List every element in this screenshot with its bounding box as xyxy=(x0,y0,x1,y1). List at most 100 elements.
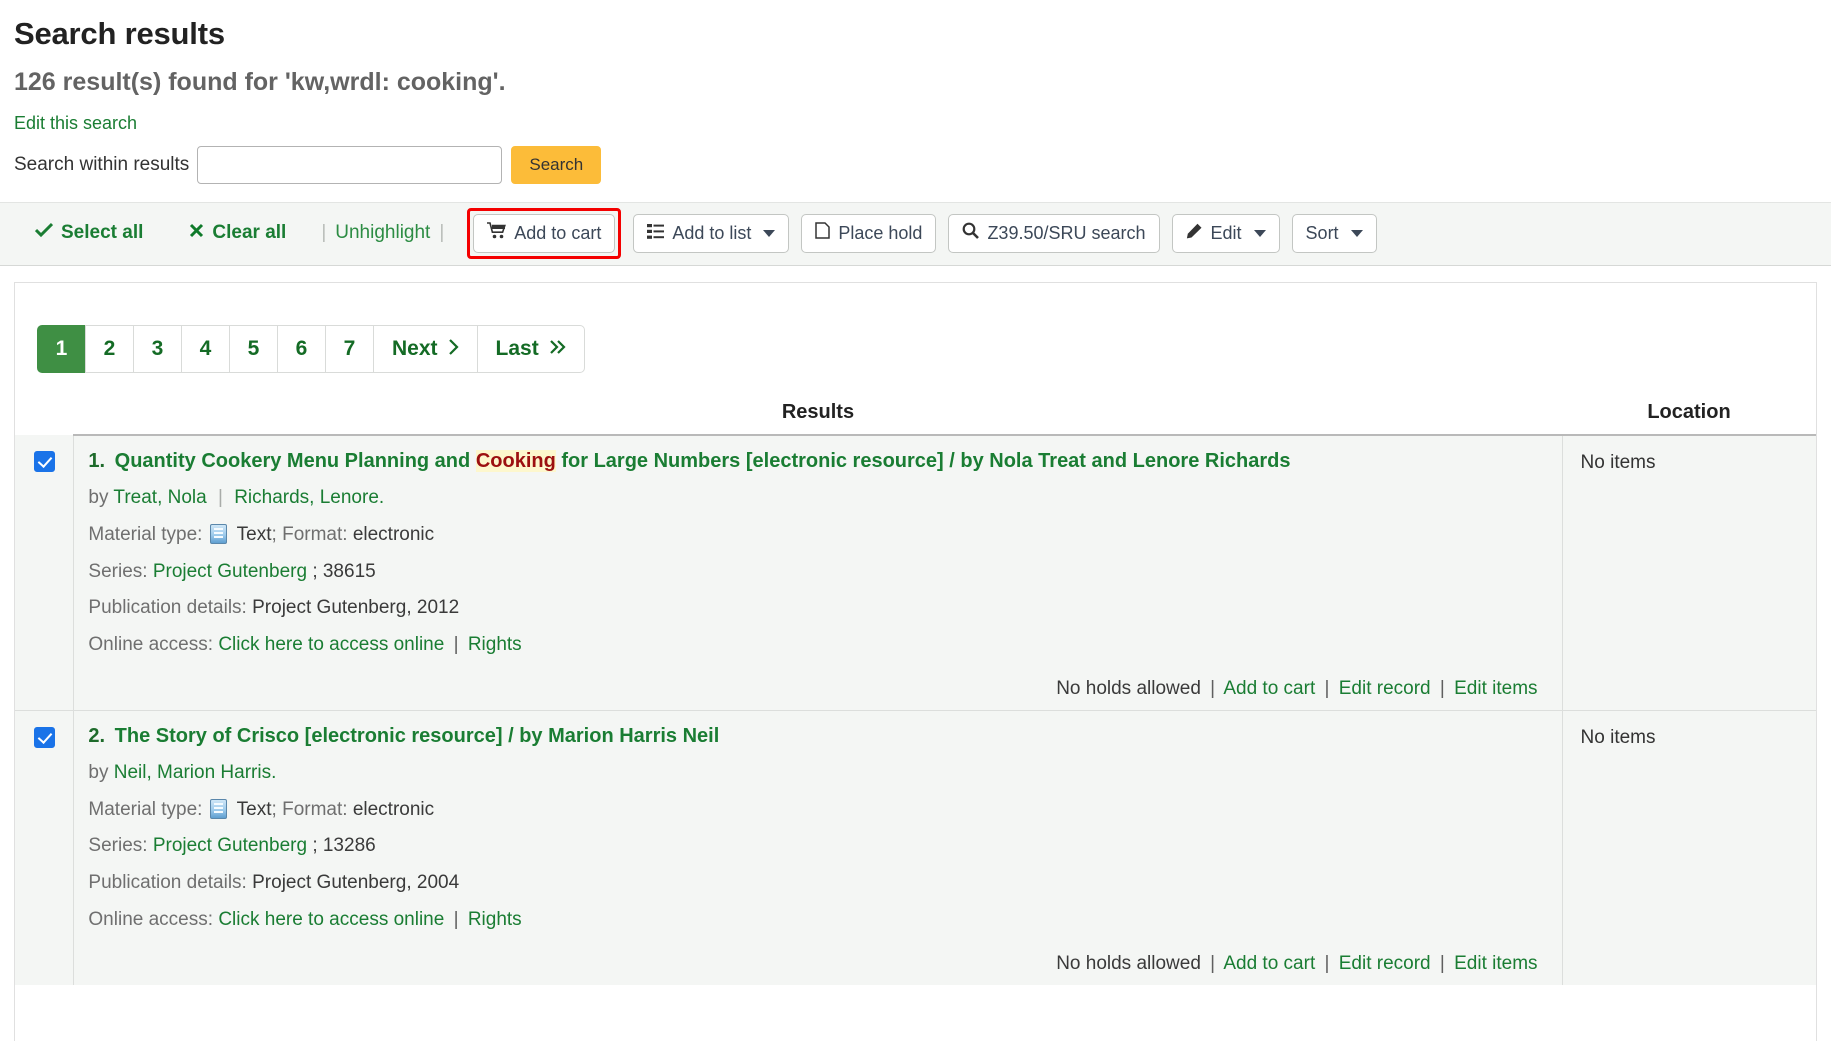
author-link[interactable]: Treat, Nola xyxy=(113,487,206,508)
result-number: 1. xyxy=(88,450,105,472)
result-series: Series: Project Gutenberg ; 38615 xyxy=(88,560,1547,584)
sort-button[interactable]: Sort xyxy=(1292,214,1377,253)
chevron-right-icon xyxy=(448,337,459,361)
publication-label: Publication details: xyxy=(88,872,246,893)
page-link-6[interactable]: 6 xyxy=(277,325,325,373)
rights-link[interactable]: Rights xyxy=(468,634,522,655)
series-number: ; 13286 xyxy=(312,835,375,856)
book-icon xyxy=(210,524,227,544)
format-value: electronic xyxy=(353,524,434,545)
row-checkbox[interactable] xyxy=(34,451,55,472)
search-button[interactable]: Search xyxy=(511,146,601,184)
add-to-cart-label: Add to cart xyxy=(514,223,601,244)
author-link[interactable]: Neil, Marion Harris. xyxy=(114,762,277,783)
row-location-cell: No items xyxy=(1562,435,1816,710)
publication-label: Publication details: xyxy=(88,597,246,618)
online-access-label: Online access: xyxy=(88,909,213,930)
double-chevron-right-icon xyxy=(549,337,566,361)
access-online-link[interactable]: Click here to access online xyxy=(218,634,444,655)
result-title-link[interactable]: Quantity Cookery Menu Planning and Cooki… xyxy=(115,450,1291,472)
result-online-access: Online access: Click here to access onli… xyxy=(88,633,1547,657)
toolbar-button-group: Add to cart Add to list xyxy=(467,208,1376,259)
select-all-link[interactable]: Select all xyxy=(35,222,143,244)
result-series: Series: Project Gutenberg ; 13286 xyxy=(88,834,1547,858)
page-link-4[interactable]: 4 xyxy=(181,325,229,373)
place-hold-button[interactable]: Place hold xyxy=(801,214,936,253)
result-count-text: 126 result(s) found for 'kw,wrdl: cookin… xyxy=(14,68,1817,97)
page-link-1[interactable]: 1 xyxy=(37,325,85,373)
last-page-label: Last xyxy=(496,337,539,361)
page-title: Search results xyxy=(14,16,1817,52)
page-link-5[interactable]: 5 xyxy=(229,325,277,373)
title-part-post: for Large Numbers [electronic resource] … xyxy=(556,450,1291,472)
series-link[interactable]: Project Gutenberg xyxy=(153,561,307,582)
pencil-icon xyxy=(1186,223,1203,244)
result-title: 2. The Story of Crisco [electronic resou… xyxy=(88,723,1547,749)
row-location-cell: No items xyxy=(1562,710,1816,984)
search-results-page: Search results 126 result(s) found for '… xyxy=(0,0,1831,1041)
unhighlight-link[interactable]: Unhighlight xyxy=(335,222,430,244)
result-number: 2. xyxy=(88,725,105,747)
action-separator: | xyxy=(1210,678,1215,699)
chevron-down-icon xyxy=(1351,230,1363,237)
edit-this-search-link[interactable]: Edit this search xyxy=(14,113,137,134)
cart-icon xyxy=(487,222,506,244)
title-highlight: Cooking xyxy=(476,450,556,472)
link-separator: | xyxy=(454,634,459,655)
edit-button[interactable]: Edit xyxy=(1172,214,1280,253)
z3950-sru-search-button[interactable]: Z39.50/SRU search xyxy=(948,214,1159,253)
rights-link[interactable]: Rights xyxy=(468,909,522,930)
search-within-results-form: Search within results Search xyxy=(14,146,1817,184)
place-hold-label: Place hold xyxy=(838,223,922,244)
add-to-cart-highlight-ring: Add to cart xyxy=(467,208,621,259)
series-link[interactable]: Project Gutenberg xyxy=(153,835,307,856)
row-add-to-cart-link[interactable]: Add to cart xyxy=(1223,953,1315,974)
row-add-to-cart-link[interactable]: Add to cart xyxy=(1223,678,1315,699)
row-actions: No holds allowed | Add to cart | Edit re… xyxy=(88,670,1547,710)
table-row: 2. The Story of Crisco [electronic resou… xyxy=(15,710,1816,984)
edit-label: Edit xyxy=(1211,223,1242,244)
add-to-list-label: Add to list xyxy=(672,223,751,244)
row-checkbox[interactable] xyxy=(34,727,55,748)
next-page-link[interactable]: Next xyxy=(373,325,477,373)
results-card: 1 2 3 4 5 6 7 Next Last xyxy=(14,282,1817,1041)
link-separator: | xyxy=(454,909,459,930)
toolbar-separator-2: | xyxy=(439,222,444,244)
page-icon xyxy=(815,222,830,244)
search-within-input[interactable] xyxy=(197,146,502,184)
clear-all-label: Clear all xyxy=(212,222,286,244)
result-title-link[interactable]: The Story of Crisco [electronic resource… xyxy=(115,725,720,747)
series-number: ; 38615 xyxy=(312,561,375,582)
results-toolbar: Select all Clear all | Unhighlight | xyxy=(0,202,1831,266)
next-page-label: Next xyxy=(392,337,438,361)
row-select-cell xyxy=(15,710,74,984)
page-link-3[interactable]: 3 xyxy=(133,325,181,373)
list-icon xyxy=(647,223,664,244)
row-edit-record-link[interactable]: Edit record xyxy=(1339,678,1431,699)
add-to-cart-button[interactable]: Add to cart xyxy=(473,214,615,253)
clear-all-link[interactable]: Clear all xyxy=(189,222,286,244)
series-label: Series: xyxy=(88,835,147,856)
publication-value: Project Gutenberg, 2004 xyxy=(252,872,459,893)
check-icon xyxy=(35,222,53,244)
access-online-link[interactable]: Click here to access online xyxy=(218,909,444,930)
page-link-7[interactable]: 7 xyxy=(325,325,373,373)
row-content-cell: 1. Quantity Cookery Menu Planning and Co… xyxy=(74,435,1562,710)
title-part-pre: The Story of Crisco [electronic resource… xyxy=(115,725,720,747)
add-to-list-button[interactable]: Add to list xyxy=(633,214,789,253)
page-link-2[interactable]: 2 xyxy=(85,325,133,373)
chevron-down-icon xyxy=(1254,230,1266,237)
row-edit-items-link[interactable]: Edit items xyxy=(1454,953,1537,974)
action-separator: | xyxy=(1325,953,1330,974)
row-edit-record-link[interactable]: Edit record xyxy=(1339,953,1431,974)
row-edit-items-link[interactable]: Edit items xyxy=(1454,678,1537,699)
author-link[interactable]: Richards, Lenore. xyxy=(234,487,384,508)
search-within-label: Search within results xyxy=(14,154,189,176)
action-separator: | xyxy=(1325,678,1330,699)
last-page-link[interactable]: Last xyxy=(477,325,585,373)
select-column-header xyxy=(15,395,74,435)
chevron-down-icon xyxy=(763,230,775,237)
row-content-cell: 2. The Story of Crisco [electronic resou… xyxy=(74,710,1562,984)
result-authors: by Treat, Nola | Richards, Lenore. xyxy=(88,486,1547,510)
results-table: Results Location 1. Quantity Cookery Men… xyxy=(15,395,1816,985)
